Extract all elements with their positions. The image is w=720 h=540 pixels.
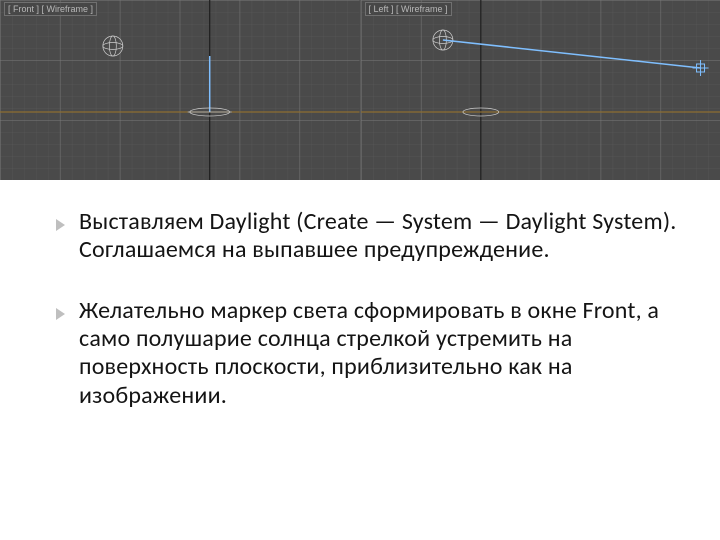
viewport-label-front: [ Front ] [ Wireframe ]: [4, 2, 97, 16]
grid-front: [0, 0, 360, 180]
bullet-icon: [55, 307, 67, 321]
grid-left: [361, 0, 720, 180]
bullet-icon: [55, 218, 67, 232]
viewport-label-left: [ Left ] [ Wireframe ]: [365, 2, 452, 16]
bullet-2-text: Желательно маркер света сформировать в о…: [79, 297, 685, 410]
slide: [ Front ] [ Wireframe ]: [0, 0, 720, 540]
bullet-2: Желательно маркер света сформировать в о…: [55, 297, 685, 410]
viewports-strip: [ Front ] [ Wireframe ]: [0, 0, 720, 180]
content-area: Выставляем Daylight (Create — System — D…: [0, 180, 720, 410]
bullet-1: Выставляем Daylight (Create — System — D…: [55, 208, 685, 265]
viewport-front: [ Front ] [ Wireframe ]: [0, 0, 360, 180]
bullet-1-text: Выставляем Daylight (Create — System — D…: [79, 208, 685, 265]
viewport-left: [ Left ] [ Wireframe ]: [360, 0, 720, 180]
